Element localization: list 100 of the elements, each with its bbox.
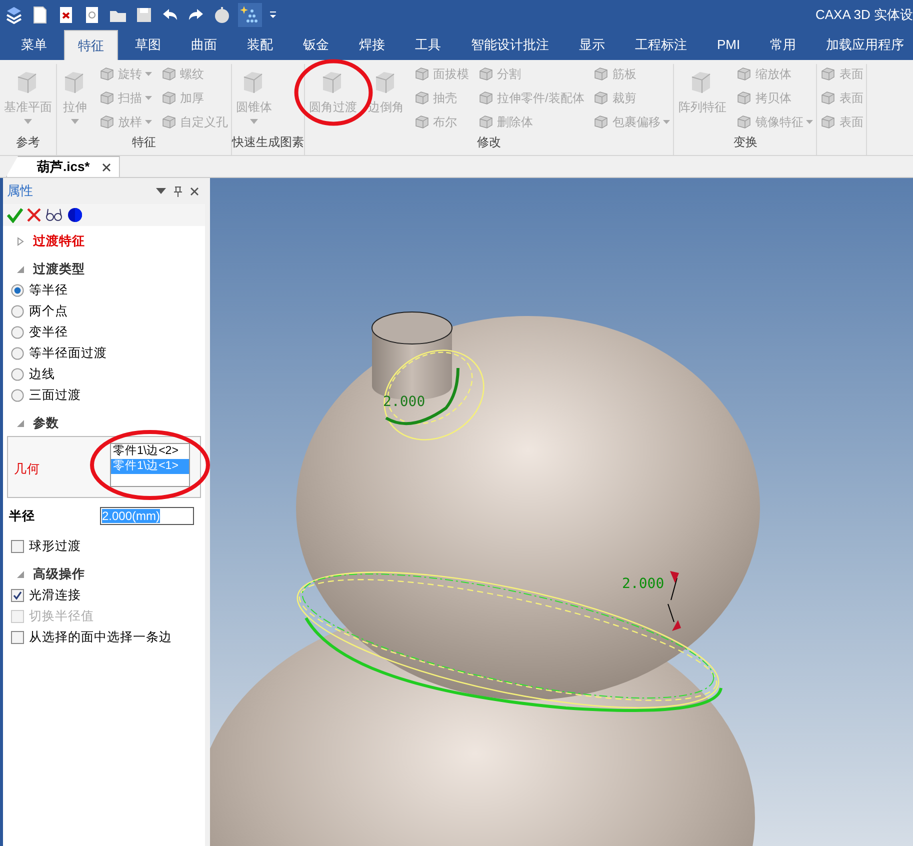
cube-icon — [478, 114, 494, 130]
option-label: 从选择的面中选择一条边 — [29, 629, 172, 646]
option-label: 等半径面过渡 — [29, 345, 107, 362]
dimension-label: 2.000 — [383, 394, 426, 410]
cube-icon — [99, 66, 115, 82]
cube-icon — [736, 66, 752, 82]
section-header: 参数 — [33, 414, 59, 432]
ribbon-tab[interactable]: PMI — [704, 30, 754, 60]
ribbon-button[interactable]: 表面 — [820, 88, 864, 108]
section-header: 过渡特征 — [33, 232, 85, 250]
ribbon-button[interactable]: 阵列特征 — [677, 64, 728, 132]
ribbon-tab[interactable]: 常用 — [757, 30, 810, 60]
ribbon-button[interactable]: 拷贝体 — [736, 88, 814, 108]
ribbon-button[interactable]: 筋板 — [593, 64, 670, 84]
ribbon-button[interactable]: 缩放体 — [736, 64, 814, 84]
cube-icon — [736, 90, 752, 106]
expanded-icon[interactable] — [17, 420, 24, 426]
list-item[interactable]: 零件1\边<2> — [111, 444, 189, 459]
ribbon-tab[interactable]: 钣金 — [290, 30, 342, 60]
section-header: 过渡类型 — [33, 260, 85, 278]
group-label: 参考 — [15, 134, 41, 151]
checkmark-icon[interactable] — [7, 207, 23, 223]
cube-icon — [414, 90, 430, 106]
ribbon-button[interactable]: 圆锥体 — [235, 64, 273, 132]
cube-icon — [820, 90, 836, 106]
option-label: 球形过渡 — [29, 538, 81, 555]
ribbon-button[interactable]: 拉伸 — [60, 64, 90, 132]
ribbon-button[interactable]: 旋转 — [99, 64, 152, 84]
app-logo-icon[interactable] — [4, 5, 24, 25]
field-label: 半径 — [9, 508, 36, 524]
cube-icon — [593, 66, 610, 82]
option-label: 三面过渡 — [29, 387, 81, 404]
collapsed-icon[interactable] — [17, 236, 24, 246]
ribbon-button[interactable]: 分割 — [478, 64, 584, 84]
ribbon-button[interactable]: 基准平面 — [3, 64, 53, 132]
ribbon-tab[interactable]: 菜单 — [8, 30, 60, 60]
ribbon-button[interactable]: 布尔 — [414, 112, 469, 132]
ribbon-button[interactable]: 表面 — [820, 112, 864, 132]
ribbon-tab[interactable]: 装配 — [234, 30, 286, 60]
expanded-icon[interactable] — [17, 266, 24, 272]
list-box[interactable]: 零件1\边<2> 零件1\边<1> — [110, 443, 190, 487]
ribbon-tab[interactable]: 焊接 — [346, 30, 398, 60]
close-icon[interactable] — [102, 162, 111, 172]
save-icon[interactable] — [134, 5, 154, 25]
expanded-icon[interactable] — [17, 570, 24, 578]
list-item[interactable]: 零件1\边<1> — [111, 459, 189, 474]
ribbon-tab[interactable]: 特征 — [64, 30, 118, 60]
radio-button[interactable] — [11, 305, 24, 318]
ribbon-button[interactable]: 面拔模 — [414, 64, 469, 84]
radio-button[interactable] — [11, 326, 24, 339]
radio-button[interactable] — [11, 284, 24, 297]
ribbon-button[interactable]: 放样 — [99, 112, 152, 132]
sphere-icon[interactable] — [212, 5, 232, 25]
ribbon-button[interactable]: 抽壳 — [414, 88, 469, 108]
dimension-arrow[interactable] — [668, 571, 681, 631]
ribbon-button[interactable]: 自定义孔 — [161, 112, 228, 132]
cube-icon — [820, 114, 836, 130]
cube-icon — [414, 114, 430, 130]
cube-icon — [99, 114, 115, 130]
ribbon-button[interactable]: 扫描 — [99, 88, 152, 108]
ribbon-button[interactable]: 螺纹 — [161, 64, 228, 84]
glasses-icon[interactable] — [45, 207, 63, 223]
option-label: 变半径 — [29, 324, 68, 341]
ribbon-button[interactable]: 拉伸零件/装配体 — [478, 88, 584, 108]
ribbon-button[interactable]: 镜像特征 — [736, 112, 814, 132]
ribbon-button[interactable]: 表面 — [820, 64, 864, 84]
checkbox[interactable] — [11, 540, 24, 553]
cross-icon[interactable] — [27, 208, 41, 222]
radio-button[interactable] — [11, 368, 24, 381]
ribbon-tab[interactable]: 工程标注 — [622, 30, 700, 60]
ribbon-tab[interactable]: 工具 — [402, 30, 454, 60]
option-label: 切换半径值 — [29, 608, 94, 625]
ribbon-button[interactable]: 裁剪 — [593, 88, 670, 108]
document-tab[interactable]: 葫芦.ics* — [6, 156, 120, 177]
circle-icon[interactable] — [67, 207, 83, 223]
radio-button[interactable] — [11, 347, 24, 360]
cube-icon — [593, 114, 610, 130]
ribbon-tab[interactable]: 曲面 — [178, 30, 230, 60]
cube-icon — [478, 66, 494, 82]
ribbon-button[interactable]: 删除体 — [478, 112, 584, 132]
caret-icon[interactable] — [268, 9, 278, 21]
sparkle-icon[interactable] — [238, 3, 262, 27]
ribbon-button[interactable]: 加厚 — [161, 88, 228, 108]
ribbon-tab[interactable]: 智能设计批注 — [458, 30, 562, 60]
radius-field[interactable]: 2.000(mm) — [100, 507, 194, 525]
option-label: 两个点 — [29, 303, 68, 320]
checkbox[interactable] — [11, 631, 24, 644]
radio-button[interactable] — [11, 389, 24, 402]
pin-icon[interactable] — [174, 186, 182, 196]
ribbon-tab[interactable]: 草图 — [122, 30, 174, 60]
ribbon-tab[interactable]: 显示 — [566, 30, 618, 60]
close-icon[interactable] — [190, 186, 199, 196]
dropdown-icon[interactable] — [156, 188, 166, 194]
ribbon-button[interactable]: 圆角过渡 — [308, 64, 358, 132]
document-tab-label: 葫芦.ics* — [37, 158, 90, 176]
ribbon-tab[interactable]: 加载应用程序 — [813, 30, 913, 60]
ribbon-button[interactable]: 包裹偏移 — [593, 112, 670, 132]
cube-icon — [414, 66, 430, 82]
checkbox[interactable] — [11, 589, 24, 602]
cube-icon — [99, 90, 115, 106]
